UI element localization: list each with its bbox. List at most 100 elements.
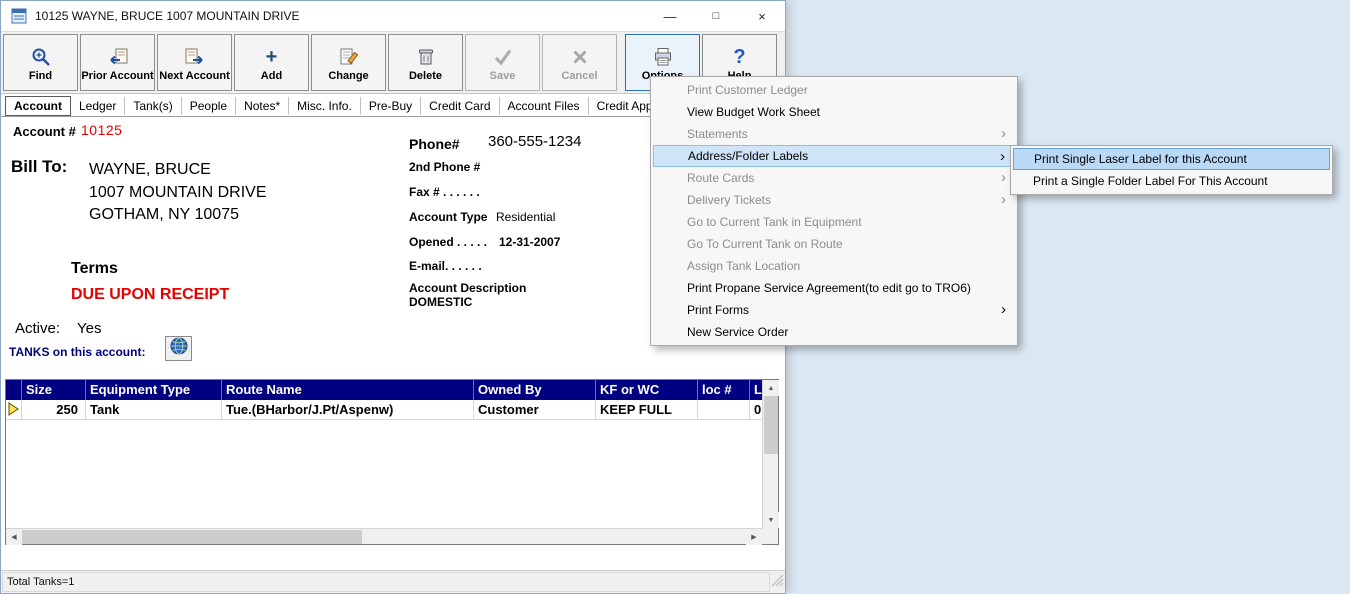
menu-item-address-folder-labels[interactable]: Address/Folder Labels ›: [653, 145, 1015, 167]
tab-ledger[interactable]: Ledger: [71, 97, 125, 115]
tab-notes[interactable]: Notes*: [236, 97, 289, 115]
menu-item-view-budget-work-sheet[interactable]: View Budget Work Sheet: [653, 101, 1015, 123]
col-header-owned-by[interactable]: Owned By: [474, 380, 596, 400]
opened-value: 12-31-2007: [499, 235, 560, 249]
menu-item-print-forms[interactable]: Print Forms ›: [653, 299, 1015, 321]
save-button[interactable]: Save: [465, 34, 540, 91]
menu-item-label: Assign Tank Location: [687, 259, 800, 273]
desktop: 10125 WAYNE, BRUCE 1007 MOUNTAIN DRIVE —…: [0, 0, 1350, 594]
help-icon: ?: [733, 44, 745, 70]
scroll-left-button[interactable]: ◀: [6, 529, 22, 545]
scroll-down-button[interactable]: ▼: [763, 512, 779, 528]
next-account-icon: [183, 44, 207, 70]
find-button[interactable]: Find: [3, 34, 78, 91]
find-button-label: Find: [29, 70, 52, 82]
submenu-item-print-single-laser-label[interactable]: Print Single Laser Label for this Accoun…: [1013, 148, 1330, 170]
add-button[interactable]: + Add: [234, 34, 309, 91]
second-phone-label: 2nd Phone #: [409, 160, 480, 174]
cell-truncated[interactable]: 0: [750, 400, 762, 420]
delete-icon: [415, 44, 437, 70]
col-header-route-name[interactable]: Route Name: [222, 380, 474, 400]
options-icon: [652, 44, 674, 70]
cell-route-name[interactable]: Tue.(BHarbor/J.Pt/Aspenw): [222, 400, 474, 420]
menu-item-assign-tank-location[interactable]: Assign Tank Location: [653, 255, 1015, 277]
cell-kf-or-wc[interactable]: KEEP FULL: [596, 400, 698, 420]
account-description-value: DOMESTIC: [409, 295, 472, 309]
cell-loc[interactable]: [698, 400, 750, 420]
bill-to-address-line2: GOTHAM, NY 10075: [89, 206, 239, 224]
submenu-arrow-icon: ›: [1001, 299, 1006, 320]
col-header-kf-or-wc[interactable]: KF or WC: [596, 380, 698, 400]
menu-item-go-to-current-tank-in-equipment[interactable]: Go to Current Tank in Equipment: [653, 211, 1015, 233]
active-label: Active:: [15, 320, 60, 337]
row-indicator-icon: [7, 402, 19, 416]
scroll-up-button[interactable]: ▲: [763, 380, 779, 396]
change-icon: [338, 44, 360, 70]
col-header-equipment-type[interactable]: Equipment Type: [86, 380, 222, 400]
phone-value: 360-555-1234: [488, 133, 581, 150]
tanks-grid-header: Size Equipment Type Route Name Owned By …: [6, 380, 762, 400]
close-button[interactable]: ×: [739, 1, 785, 31]
tab-tanks[interactable]: Tank(s): [125, 97, 181, 115]
prior-account-button-label: Prior Account: [81, 70, 153, 82]
tab-account-files[interactable]: Account Files: [500, 97, 589, 115]
title-bar: 10125 WAYNE, BRUCE 1007 MOUNTAIN DRIVE —…: [1, 1, 785, 31]
menu-item-print-customer-ledger[interactable]: Print Customer Ledger: [653, 79, 1015, 101]
minimize-button[interactable]: —: [647, 1, 693, 31]
next-account-button[interactable]: Next Account: [157, 34, 232, 91]
menu-item-print-propane-service-agreement[interactable]: Print Propane Service Agreement(to edit …: [653, 277, 1015, 299]
menu-item-label: Print a Single Folder Label For This Acc…: [1033, 174, 1268, 188]
horizontal-scrollbar-thumb[interactable]: [22, 530, 362, 544]
tanks-on-account-label: TANKS on this account:: [9, 345, 145, 359]
account-number-value: 10125: [81, 122, 122, 138]
tab-account[interactable]: Account: [5, 96, 71, 116]
menu-item-go-to-current-tank-on-route[interactable]: Go To Current Tank on Route: [653, 233, 1015, 255]
tab-people[interactable]: People: [182, 97, 236, 115]
maximize-button[interactable]: □: [693, 1, 739, 31]
menu-item-label: Delivery Tickets: [687, 193, 771, 207]
menu-item-statements[interactable]: Statements ›: [653, 123, 1015, 145]
col-header-size[interactable]: Size: [22, 380, 86, 400]
menu-item-new-service-order[interactable]: New Service Order: [653, 321, 1015, 343]
submenu-arrow-icon: ›: [1000, 146, 1005, 167]
cancel-button[interactable]: Cancel: [542, 34, 617, 91]
delete-button-label: Delete: [409, 70, 442, 82]
account-type-label: Account Type: [409, 210, 487, 224]
menu-item-route-cards[interactable]: Route Cards ›: [653, 167, 1015, 189]
submenu-arrow-icon: ›: [1001, 167, 1006, 188]
tab-misc-info[interactable]: Misc. Info.: [289, 97, 361, 115]
prior-account-icon: [106, 44, 130, 70]
table-row[interactable]: 250 Tank Tue.(BHarbor/J.Pt/Aspenw) Custo…: [6, 400, 762, 420]
scroll-right-button[interactable]: ▶: [746, 529, 762, 545]
tab-pre-buy[interactable]: Pre-Buy: [361, 97, 421, 115]
find-icon: [30, 44, 52, 70]
options-menu: Print Customer Ledger View Budget Work S…: [650, 76, 1018, 346]
window-controls: — □ ×: [647, 1, 785, 31]
cancel-button-label: Cancel: [561, 70, 597, 82]
fax-label: Fax # . . . . . .: [409, 185, 480, 199]
prior-account-button[interactable]: Prior Account: [80, 34, 155, 91]
col-header-loc[interactable]: loc #: [698, 380, 750, 400]
vertical-scrollbar-thumb[interactable]: [764, 396, 778, 454]
change-button[interactable]: Change: [311, 34, 386, 91]
horizontal-scrollbar[interactable]: ◀ ▶: [6, 528, 762, 544]
email-label: E-mail. . . . . .: [409, 259, 482, 273]
cell-owned-by[interactable]: Customer: [474, 400, 596, 420]
menu-item-label: Go To Current Tank on Route: [687, 237, 843, 251]
account-number-label: Account #: [13, 124, 76, 139]
vertical-scrollbar[interactable]: ▲ ▼: [762, 380, 778, 528]
scrollbar-corner: [762, 528, 778, 544]
menu-item-label: Print Single Laser Label for this Accoun…: [1034, 152, 1247, 166]
submenu-arrow-icon: ›: [1001, 123, 1006, 144]
tab-credit-card[interactable]: Credit Card: [421, 97, 499, 115]
menu-item-label: Go to Current Tank in Equipment: [687, 215, 862, 229]
cell-equipment-type[interactable]: Tank: [86, 400, 222, 420]
cell-size[interactable]: 250: [22, 400, 86, 420]
col-header-truncated[interactable]: L: [750, 380, 762, 400]
terms-value: DUE UPON RECEIPT: [71, 286, 229, 304]
resize-grip[interactable]: [771, 574, 784, 592]
tank-map-button[interactable]: [165, 336, 192, 361]
menu-item-delivery-tickets[interactable]: Delivery Tickets ›: [653, 189, 1015, 211]
delete-button[interactable]: Delete: [388, 34, 463, 91]
submenu-item-print-single-folder-label[interactable]: Print a Single Folder Label For This Acc…: [1013, 170, 1330, 192]
